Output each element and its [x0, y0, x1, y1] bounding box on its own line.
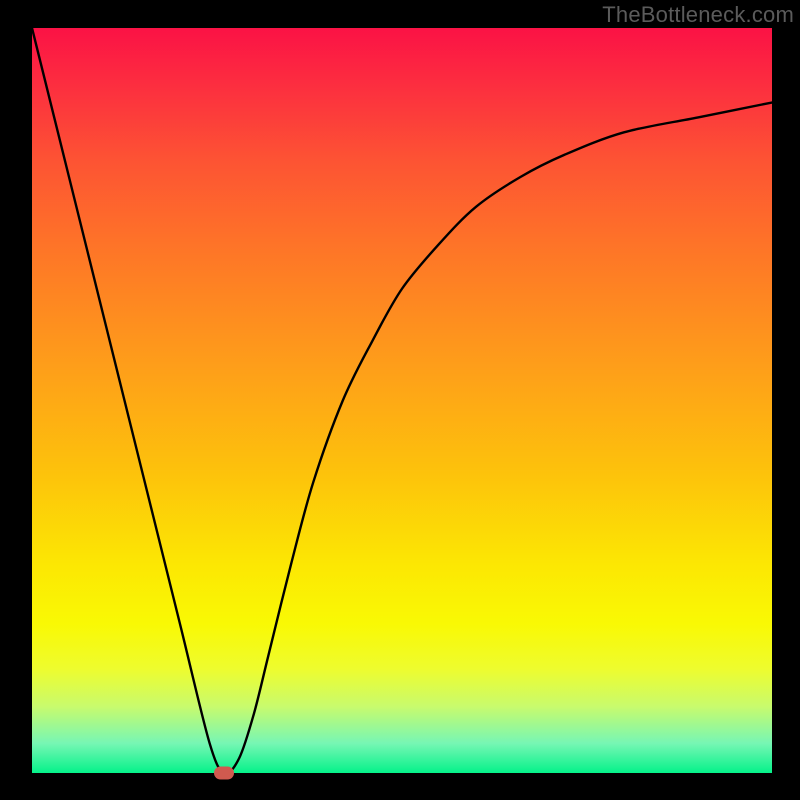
- watermark-text: TheBottleneck.com: [602, 2, 794, 28]
- curve-layer: [32, 28, 772, 773]
- minimum-marker: [214, 767, 234, 780]
- bottleneck-curve: [32, 28, 772, 773]
- chart-frame: TheBottleneck.com: [0, 0, 800, 800]
- plot-area: [32, 28, 772, 773]
